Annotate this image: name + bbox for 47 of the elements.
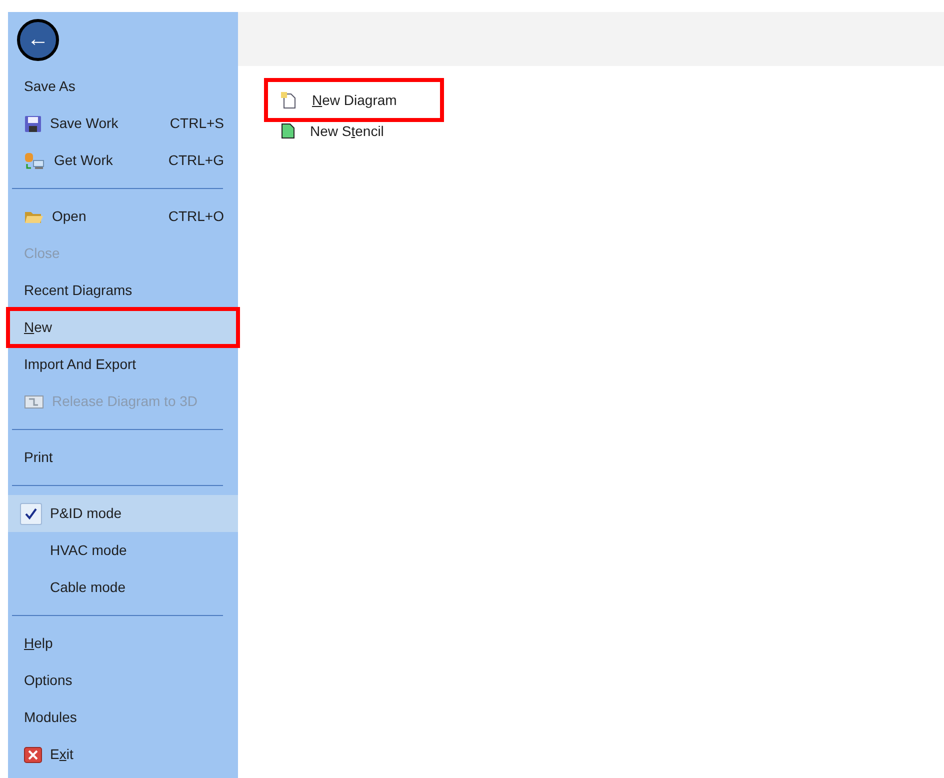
mode-label: P&ID mode: [50, 504, 122, 523]
menu-item-label: Save Work: [50, 114, 120, 133]
menu-item[interactable]: New: [8, 309, 238, 346]
option-label: New Diagram: [312, 90, 397, 110]
mode-item[interactable]: Cable mode: [8, 569, 238, 606]
menu-item-label: Close: [24, 244, 61, 263]
menu-item-label: Get Work: [54, 151, 114, 170]
menu-item[interactable]: Import And Export: [8, 346, 238, 383]
menu-item-label: Print: [24, 448, 54, 467]
menu-item-label: Save As: [24, 77, 76, 96]
mode-item[interactable]: P&ID mode: [8, 495, 238, 532]
menu-item[interactable]: Exit: [8, 736, 238, 773]
menu-item[interactable]: Get Work CTRL+G: [8, 142, 238, 179]
menu-item[interactable]: Save As: [8, 68, 238, 105]
back-button[interactable]: ←: [17, 19, 59, 61]
menu-item-label: Open: [52, 207, 88, 226]
menu-item-label: New: [24, 318, 54, 337]
shortcut-label: CTRL+O: [168, 207, 224, 226]
diagram-icon: [24, 394, 44, 410]
menu-item[interactable]: Help: [8, 625, 238, 662]
menu-item-label: Help: [24, 634, 54, 653]
menu-item[interactable]: Print: [8, 439, 238, 476]
mode-label: Cable mode: [50, 578, 126, 597]
mode-item[interactable]: HVAC mode: [8, 532, 238, 569]
database-computer-icon: [24, 152, 46, 170]
checkbox[interactable]: [20, 502, 42, 524]
shortcut-label: CTRL+S: [170, 114, 224, 133]
shortcut-label: CTRL+G: [168, 151, 224, 170]
menu-item-label: Options: [24, 671, 74, 690]
menu-item-label: Recent Diagrams: [24, 281, 134, 300]
stencil-icon: [280, 122, 296, 140]
option-label: New Stencil: [310, 122, 384, 140]
menu-item-label: Import And Export: [24, 355, 138, 374]
menu-item-label: Release Diagram to 3D: [52, 392, 199, 411]
new-document-icon: [280, 91, 298, 109]
menu-item[interactable]: Recent Diagrams: [8, 272, 238, 309]
new-option[interactable]: New Stencil: [266, 120, 442, 142]
check-icon: [24, 506, 38, 520]
new-option[interactable]: New Diagram: [266, 80, 442, 120]
menu-item-label: Exit: [50, 745, 74, 764]
menu-item[interactable]: Options: [8, 662, 238, 699]
menu-item[interactable]: Open CTRL+O: [8, 198, 238, 235]
mode-label: HVAC mode: [50, 541, 127, 560]
menu-item[interactable]: Save Work CTRL+S: [8, 105, 238, 142]
close-icon: [24, 746, 42, 762]
menu-item[interactable]: Modules: [8, 699, 238, 736]
menu-item-label: Modules: [24, 708, 78, 727]
